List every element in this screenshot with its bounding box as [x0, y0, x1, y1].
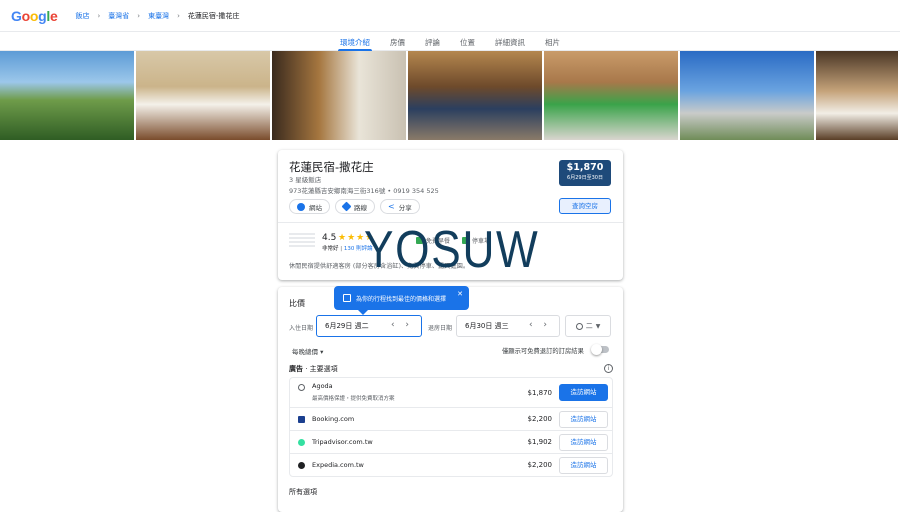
- free-cancel-toggle[interactable]: [591, 344, 609, 355]
- checkout-label: 退房日期: [428, 325, 453, 332]
- photo-dining-hall[interactable]: [408, 51, 542, 140]
- checkin-label: 入住日期: [289, 325, 314, 332]
- price-value: $1,870: [566, 162, 604, 173]
- offer-price: $1,902: [527, 438, 553, 446]
- photo-twin-room[interactable]: [136, 51, 270, 140]
- checkout-date: 6月30日 週三: [465, 322, 509, 330]
- check-availability-button[interactable]: 查詢空房: [559, 198, 611, 214]
- list-item: Tripadvisor.com.tw $1,902 造訪網站: [290, 430, 612, 453]
- breadcrumb-region[interactable]: 東臺灣: [148, 11, 169, 21]
- offer-list: Agoda 最高價格保證・提供免費取消方案 $1,870 造訪網站 Bookin…: [289, 377, 613, 477]
- featured-options-label: · 主要選項: [303, 365, 338, 373]
- website-label: 網站: [309, 203, 322, 212]
- price-badge[interactable]: $1,870 6月29日至30日: [559, 160, 611, 186]
- hotel-actions: 網站 路線 < 分享: [289, 199, 420, 214]
- tab-details[interactable]: 詳細資訊: [485, 32, 535, 51]
- checkin-date: 6月29日 週二: [325, 322, 369, 330]
- tip-text: 為你的行程找到最佳的價格和選擇: [356, 295, 447, 303]
- photo-building[interactable]: [680, 51, 814, 140]
- share-icon: <: [388, 202, 395, 211]
- photo-double-room[interactable]: [816, 51, 898, 140]
- guests-dropdown[interactable]: 二 ▼: [565, 315, 611, 337]
- breadcrumb-current: 花蓮民宿-撒花庄: [187, 11, 240, 20]
- offer-price: $2,200: [527, 461, 553, 469]
- tripadvisor-logo-icon: [298, 438, 305, 446]
- expedia-logo-icon: [298, 461, 305, 469]
- offer-provider: Tripadvisor.com.tw: [312, 438, 373, 446]
- agoda-logo-icon: [298, 384, 305, 391]
- tab-prices[interactable]: 房價: [380, 32, 415, 51]
- directions-icon: [341, 201, 352, 212]
- ads-label: 廣告: [289, 365, 303, 373]
- free-cancel-label: 僅顯示可免費退訂的訂房結果: [502, 348, 584, 355]
- share-button[interactable]: < 分享: [380, 199, 420, 214]
- info-icon[interactable]: i: [604, 364, 613, 373]
- photo-restaurant[interactable]: [544, 51, 678, 140]
- close-icon[interactable]: ✕: [457, 290, 463, 298]
- hotel-name: 花蓮民宿-撒花庄: [289, 160, 374, 174]
- offer-price: $2,200: [527, 415, 553, 423]
- price-dates: 6月29日至30日: [567, 175, 603, 181]
- date-arrows-icon[interactable]: ‹ ›: [391, 320, 413, 330]
- visit-site-button[interactable]: 造訪網站: [559, 433, 608, 451]
- checkin-date-field[interactable]: 6月29日 週二 ‹ ›: [316, 315, 422, 337]
- directions-label: 路線: [354, 203, 367, 212]
- person-icon: [575, 322, 583, 330]
- google-logo[interactable]: Google: [11, 8, 58, 24]
- rating-thumbnail: [289, 233, 315, 249]
- breadcrumb-province[interactable]: 臺灣省: [108, 11, 129, 21]
- photo-strip: [0, 51, 900, 140]
- all-options-heading: 所有選項: [289, 488, 317, 496]
- website-button[interactable]: 網站: [289, 199, 330, 214]
- watermark-text: YOSUW: [364, 221, 540, 279]
- chevron-right-icon: ›: [177, 11, 180, 20]
- visit-site-button[interactable]: 造訪網站: [559, 410, 608, 428]
- price-comparison-card: 比價 為你的行程找到最佳的價格和選擇 ✕ 入住日期 6月29日 週二 ‹ › 退…: [278, 286, 623, 512]
- list-item: Booking.com $2,200 造訪網站: [290, 407, 612, 430]
- tip-popup: 為你的行程找到最佳的價格和選擇 ✕: [334, 286, 469, 315]
- chevron-down-icon: ▼: [595, 322, 601, 330]
- chevron-right-icon: ›: [97, 11, 101, 20]
- hotel-address-phone: 973花蓮縣吉安鄉南海三街316號 • 0919 354 525: [289, 187, 439, 195]
- rating-score: 4.5: [322, 233, 337, 243]
- list-item: Expedia.com.tw $2,200 造訪網站: [290, 453, 612, 476]
- calendar-icon: [343, 294, 351, 302]
- ads-heading: 廣告 · 主要選項: [289, 364, 338, 374]
- offer-provider: Expedia.com.tw: [312, 461, 364, 469]
- nightly-total-dropdown[interactable]: 每晚總價 ▾: [292, 346, 323, 356]
- booking-logo-icon: [298, 415, 305, 423]
- offer-price: $1,870: [527, 388, 553, 397]
- photo-bathroom[interactable]: [272, 51, 406, 140]
- tab-reviews[interactable]: 評論: [415, 32, 450, 51]
- price-comparison-title: 比價: [289, 299, 305, 308]
- globe-icon: [297, 202, 305, 211]
- section-tabs: 環境介紹 房價 評論 位置 詳細資訊 相片: [0, 32, 900, 51]
- list-item: Agoda 最高價格保證・提供免費取消方案 $1,870 造訪網站: [290, 378, 612, 407]
- date-arrows-icon[interactable]: ‹ ›: [529, 320, 551, 330]
- visit-site-button[interactable]: 造訪網站: [559, 384, 608, 401]
- guests-count: 二: [585, 322, 593, 330]
- directions-button[interactable]: 路線: [335, 199, 375, 214]
- chevron-right-icon: ›: [137, 11, 141, 20]
- share-label: 分享: [398, 203, 412, 212]
- hotel-class: 3 星級飯店: [289, 176, 322, 184]
- visit-site-button[interactable]: 造訪網站: [559, 456, 608, 474]
- photo-exterior-garden[interactable]: [0, 51, 134, 140]
- offer-provider: Booking.com: [312, 415, 355, 423]
- offer-subtitle: 最高價格保證・提供免費取消方案: [312, 396, 395, 402]
- breadcrumb-hotels[interactable]: 飯店: [75, 11, 89, 21]
- top-bar: Google 飯店 › 臺灣省 › 東臺灣 › 花蓮民宿-撒花庄: [0, 0, 900, 32]
- rating-label: 非常好: [322, 246, 339, 252]
- offer-provider: Agoda: [312, 382, 333, 390]
- tab-location[interactable]: 位置: [450, 32, 485, 51]
- breadcrumb: 飯店 › 臺灣省 › 東臺灣 › 花蓮民宿-撒花庄: [75, 11, 239, 21]
- checkout-date-field[interactable]: 6月30日 週三 ‹ ›: [456, 315, 560, 337]
- tab-overview[interactable]: 環境介紹: [330, 32, 380, 51]
- tab-photos[interactable]: 相片: [535, 32, 570, 51]
